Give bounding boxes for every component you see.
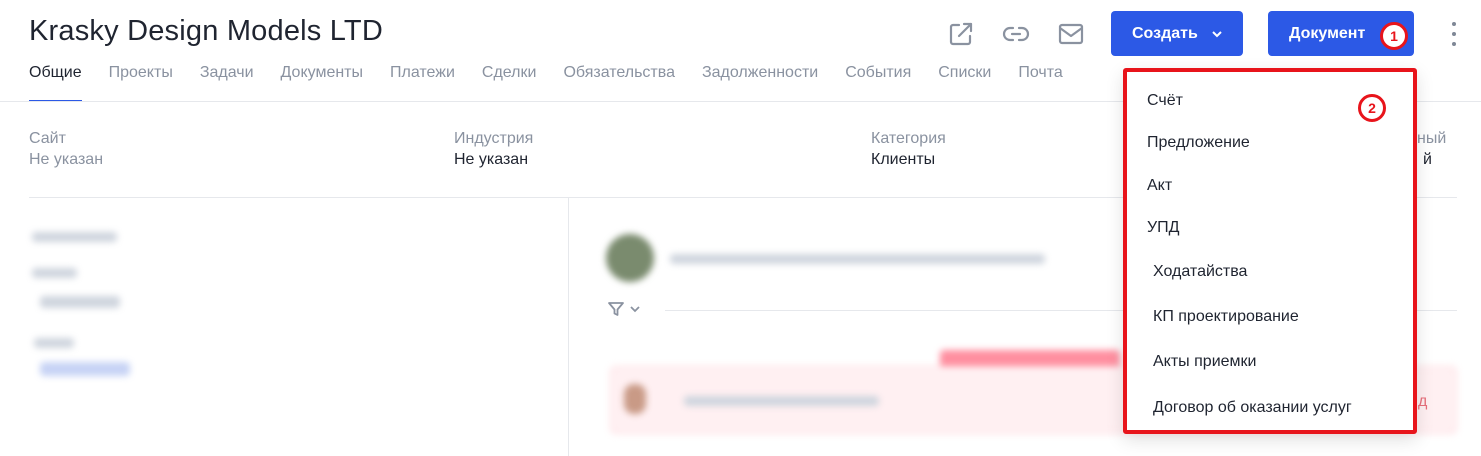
blurred-content <box>34 338 74 348</box>
blurred-content <box>624 384 646 414</box>
tab-debts[interactable]: Задолженности <box>702 64 818 102</box>
cutoff-label: ный <box>1417 130 1447 147</box>
column-separator <box>568 198 569 456</box>
tab-projects[interactable]: Проекты <box>109 64 173 102</box>
company-title: Krasky Design Models LTD <box>29 15 383 47</box>
menu-item-invoice[interactable]: Счёт <box>1147 92 1183 110</box>
blurred-content <box>40 296 120 308</box>
industry-label: Индустрия <box>454 130 534 147</box>
link-icon[interactable] <box>1002 20 1030 48</box>
industry-value: Не указан <box>454 151 529 168</box>
blurred-content <box>684 396 879 406</box>
tab-lists[interactable]: Списки <box>938 64 991 102</box>
tab-mail[interactable]: Почта <box>1018 64 1062 102</box>
tab-general[interactable]: Общие <box>29 64 82 102</box>
avatar <box>606 234 654 282</box>
info-industry: Индустрия Не указан <box>454 130 533 169</box>
menu-item-acceptance-acts[interactable]: Акты приемки <box>1153 353 1256 371</box>
cutoff-link[interactable]: д <box>1418 393 1427 411</box>
cutoff-value: й <box>1423 151 1432 168</box>
info-cutoff: ный й <box>1417 130 1446 169</box>
tab-documents[interactable]: Документы <box>281 64 363 102</box>
site-label: Сайт <box>29 130 66 147</box>
blurred-content <box>40 362 130 376</box>
info-site: Сайт Не указан <box>29 130 103 169</box>
category-value: Клиенты <box>871 151 936 168</box>
menu-item-kp-design[interactable]: КП проектирование <box>1153 308 1299 326</box>
menu-item-upd[interactable]: УПД <box>1147 219 1180 237</box>
tab-deals[interactable]: Сделки <box>482 64 537 102</box>
document-dropdown-menu: Счёт Предложение Акт УПД Ходатайства КП … <box>1123 68 1417 434</box>
create-button-label: Создать <box>1132 24 1198 42</box>
menu-item-act[interactable]: Акт <box>1147 177 1172 195</box>
tab-obligations[interactable]: Обязательства <box>563 64 675 102</box>
filter-icon <box>608 302 624 316</box>
filter-dropdown[interactable] <box>607 299 647 319</box>
category-label: Категория <box>871 130 946 147</box>
chevron-down-icon <box>1212 30 1222 37</box>
menu-item-service-contract[interactable]: Договор об оказании услуг <box>1153 399 1352 417</box>
blurred-content <box>32 232 117 242</box>
menu-item-petitions[interactable]: Ходатайства <box>1153 263 1247 281</box>
blurred-content <box>32 268 77 278</box>
blurred-content <box>670 254 1045 264</box>
menu-item-proposal[interactable]: Предложение <box>1147 134 1250 152</box>
tab-payments[interactable]: Платежи <box>390 64 455 102</box>
tab-events[interactable]: События <box>845 64 911 102</box>
tab-tasks[interactable]: Задачи <box>200 64 254 102</box>
annotation-badge-1: 1 <box>1380 22 1408 50</box>
document-button-label: Документ <box>1289 24 1366 42</box>
mail-icon[interactable] <box>1057 20 1085 48</box>
annotation-badge-2: 2 <box>1358 94 1386 122</box>
site-value: Не указан <box>29 151 104 168</box>
tab-bar: Общие Проекты Задачи Документы Платежи С… <box>29 64 1090 102</box>
create-button[interactable]: Создать <box>1111 11 1243 56</box>
more-menu-icon[interactable] <box>1449 22 1459 46</box>
external-link-icon[interactable] <box>947 20 975 48</box>
info-category: Категория Клиенты <box>871 130 946 169</box>
chevron-down-icon <box>630 306 640 313</box>
